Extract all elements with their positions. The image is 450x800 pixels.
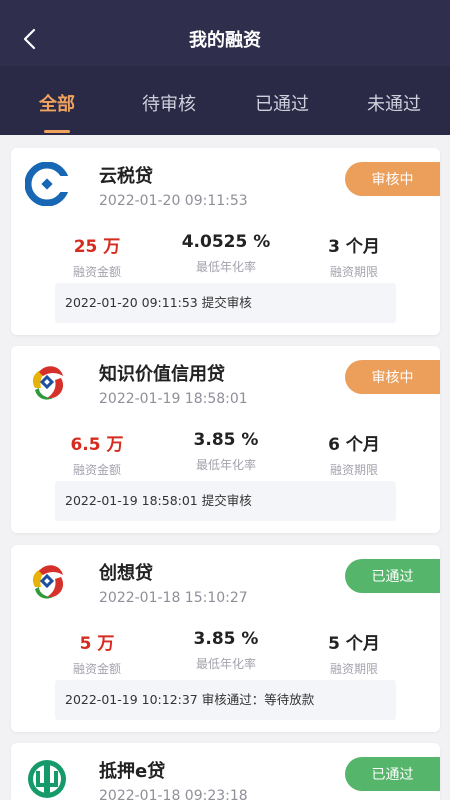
amount-metric: 5 万 融资金额 xyxy=(27,629,167,677)
status-note: 2022-01-19 10:12:37 审核通过：等待放款 xyxy=(55,680,396,720)
loan-name: 抵押e贷 xyxy=(99,761,166,782)
tab-approved[interactable]: 已通过 xyxy=(226,90,338,116)
page-title: 我的融资 xyxy=(189,30,261,51)
status-badge: 已通过 xyxy=(345,559,440,593)
rate-value: 4.0525 % xyxy=(181,232,271,252)
ccb-logo-icon xyxy=(24,161,70,207)
status-note: 2022-01-19 18:58:01 提交审核 xyxy=(55,481,396,521)
term-metric: 3 个月 融资期限 xyxy=(284,232,424,280)
status-badge: 审核中 xyxy=(345,360,440,394)
term-label: 融资期限 xyxy=(329,463,378,477)
rate-label: 最低年化率 xyxy=(195,458,256,472)
loan-name: 创想贷 xyxy=(99,563,153,584)
abc-logo-icon xyxy=(25,757,69,800)
loan-card[interactable]: 创想贷 2022-01-18 15:10:27 已通过 5 万 融资金额 3.8… xyxy=(11,545,440,732)
rate-metric: 3.85 % 最低年化率 xyxy=(156,629,296,672)
rate-metric: 3.85 % 最低年化率 xyxy=(156,430,296,473)
status-badge: 已通过 xyxy=(345,757,440,791)
amount-metric: 6.5 万 融资金额 xyxy=(27,430,167,478)
loan-name: 知识价值信用贷 xyxy=(99,364,225,385)
loan-date: 2022-01-19 18:58:01 xyxy=(99,391,248,407)
term-label: 融资期限 xyxy=(329,662,378,676)
loan-card[interactable]: 抵押e贷 2022-01-18 09:23:18 已通过 xyxy=(11,743,440,800)
amount-label: 融资金额 xyxy=(72,662,121,676)
amount-value: 5 万 xyxy=(79,634,115,654)
rate-metric: 4.0525 % 最低年化率 xyxy=(156,232,296,275)
amount-value: 6.5 万 xyxy=(70,435,124,455)
amount-label: 融资金额 xyxy=(72,265,121,279)
amount-label: 融资金额 xyxy=(72,463,121,477)
loan-card[interactable]: 云税贷 2022-01-20 09:11:53 审核中 25 万 融资金额 4.… xyxy=(11,148,440,335)
tab-pending[interactable]: 待审核 xyxy=(113,90,225,116)
flower-bank-logo-icon xyxy=(25,360,69,404)
loan-date: 2022-01-18 09:23:18 xyxy=(99,788,248,800)
flower-bank-logo-icon xyxy=(25,559,69,603)
tab-all[interactable]: 全部 xyxy=(1,90,113,116)
term-metric: 6 个月 融资期限 xyxy=(284,430,424,478)
amount-metric: 25 万 融资金额 xyxy=(27,232,167,280)
term-label: 融资期限 xyxy=(329,265,378,279)
status-note: 2022-01-20 09:11:53 提交审核 xyxy=(55,283,396,323)
amount-value: 25 万 xyxy=(73,237,121,257)
term-metric: 5 个月 融资期限 xyxy=(284,629,424,677)
term-value: 3 个月 xyxy=(328,237,380,257)
active-tab-indicator xyxy=(44,130,70,133)
loan-card[interactable]: 知识价值信用贷 2022-01-19 18:58:01 审核中 6.5 万 融资… xyxy=(11,346,440,533)
rate-label: 最低年化率 xyxy=(195,260,256,274)
rate-label: 最低年化率 xyxy=(195,657,256,671)
rate-value: 3.85 % xyxy=(193,629,259,649)
loan-name: 云税贷 xyxy=(99,166,153,187)
rate-value: 3.85 % xyxy=(193,430,259,450)
loan-date: 2022-01-20 09:11:53 xyxy=(99,193,248,209)
tab-rejected[interactable]: 未通过 xyxy=(338,90,450,116)
term-value: 5 个月 xyxy=(328,634,380,654)
tab-bar: 全部 待审核 已通过 未通过 xyxy=(0,66,450,135)
term-value: 6 个月 xyxy=(328,435,380,455)
status-badge: 审核中 xyxy=(345,162,440,196)
loan-date: 2022-01-18 15:10:27 xyxy=(99,590,248,606)
